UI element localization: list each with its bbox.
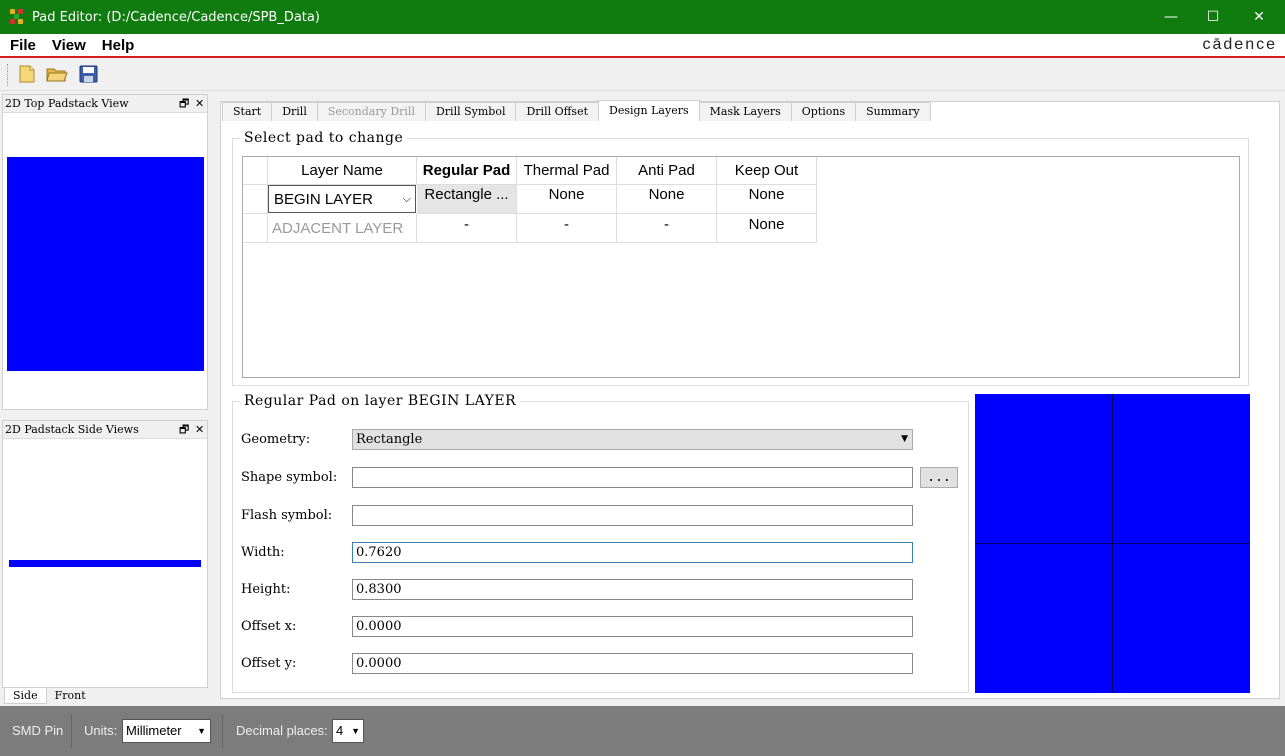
tab-front[interactable]: Front <box>47 688 94 704</box>
preview-crosshair-horizontal <box>975 543 1250 544</box>
keep-out-cell[interactable]: None <box>717 185 817 214</box>
height-label: Height: <box>241 582 291 597</box>
pad-preview <box>975 394 1250 693</box>
shape-symbol-input[interactable] <box>352 467 913 488</box>
side-view-pad-shape <box>9 560 201 567</box>
pin-type-text: SMD Pin <box>12 723 64 738</box>
column-header: Layer Name <box>268 157 417 185</box>
offset-y-label: Offset y: <box>241 656 297 671</box>
geometry-select[interactable]: Rectangle ▼ <box>352 429 913 450</box>
close-icon[interactable]: ✕ <box>195 421 204 439</box>
regular-pad-title: Regular Pad on layer BEGIN LAYER <box>240 393 521 409</box>
status-bar: SMD Pin Units: Millimeter ▼ Decimal plac… <box>0 706 1285 756</box>
adjacent-layer-cell[interactable]: ADJACENT LAYER <box>268 214 417 243</box>
browse-shape-button[interactable]: ... <box>920 467 958 488</box>
tab-summary[interactable]: Summary <box>855 102 931 121</box>
regular-pad-cell[interactable]: - <box>417 214 517 243</box>
tab-drill-symbol[interactable]: Drill Symbol <box>424 102 517 121</box>
top-padstack-view-panel: 2D Top Padstack View 🗗 ✕ <box>2 94 208 410</box>
tab-drill-offset[interactable]: Drill Offset <box>515 102 600 121</box>
side-views-panel: 2D Padstack Side Views 🗗 ✕ <box>2 420 208 688</box>
minimize-button[interactable]: — <box>1148 0 1194 34</box>
tab-mask-layers[interactable]: Mask Layers <box>698 102 792 121</box>
anti-pad-cell[interactable]: - <box>617 214 717 243</box>
decimal-places-value: 4 <box>336 723 344 738</box>
dropdown-arrow-icon: ▼ <box>351 726 360 736</box>
tab-side[interactable]: Side <box>4 688 47 704</box>
new-file-icon <box>19 65 35 83</box>
maximize-button[interactable]: ☐ <box>1190 0 1236 34</box>
layer-table: Layer Name Regular Pad Thermal Pad Anti … <box>242 156 1240 378</box>
offset-x-label: Offset x: <box>241 619 297 634</box>
open-file-button[interactable] <box>46 64 68 84</box>
units-label: Units: <box>84 723 118 738</box>
status-divider <box>222 714 223 748</box>
side-view-title: 2D Padstack Side Views 🗗 ✕ <box>3 421 207 439</box>
toolbar <box>0 58 1285 91</box>
flash-symbol-input[interactable] <box>352 505 913 526</box>
units-select[interactable]: Millimeter ▼ <box>122 719 211 743</box>
new-file-button[interactable] <box>16 64 38 84</box>
tab-bar: Start Drill Secondary Drill Drill Symbol… <box>222 100 931 121</box>
offset-y-input[interactable]: 0.0000 <box>352 653 913 674</box>
title-bar: Pad Editor: (D:/Cadence/Cadence/SPB_Data… <box>0 0 1285 34</box>
dropdown-arrow-icon: ▼ <box>197 726 206 736</box>
top-view-pad-shape <box>7 157 204 371</box>
decimal-places-select[interactable]: 4 ▼ <box>332 719 364 743</box>
keep-out-cell[interactable]: None <box>717 214 817 243</box>
column-header: Regular Pad <box>417 157 517 185</box>
window-title: Pad Editor: (D:/Cadence/Cadence/SPB_Data… <box>32 9 320 25</box>
open-folder-icon <box>46 68 68 82</box>
tab-drill[interactable]: Drill <box>271 102 318 121</box>
menu-file[interactable]: File <box>10 37 36 54</box>
decimal-places-label: Decimal places: <box>236 723 328 738</box>
thermal-pad-cell[interactable]: - <box>517 214 617 243</box>
menu-bar: File View Help cādence <box>0 34 1285 58</box>
table-row: BEGIN LAYER ⌵ <box>268 185 417 214</box>
side-view-tabs: Side Front <box>4 688 104 704</box>
menu-help[interactable]: Help <box>102 37 135 54</box>
thermal-pad-cell[interactable]: None <box>517 185 617 214</box>
chevron-down-icon: ⌵ <box>402 193 411 205</box>
dropdown-arrow-icon: ▼ <box>901 434 908 444</box>
row-header[interactable] <box>243 185 268 214</box>
regular-pad-cell[interactable]: Rectangle ... <box>417 185 517 214</box>
tab-design-layers[interactable]: Design Layers <box>598 100 700 121</box>
layer-name-value: BEGIN LAYER <box>274 191 373 208</box>
shape-symbol-label: Shape symbol: <box>241 470 338 485</box>
save-icon <box>79 65 98 83</box>
row-header[interactable] <box>243 214 268 243</box>
width-label: Width: <box>241 545 285 560</box>
geometry-label: Geometry: <box>241 432 311 447</box>
width-input[interactable]: 0.7620 <box>352 542 913 563</box>
side-view-title-text: 2D Padstack Side Views <box>5 423 139 436</box>
tab-options[interactable]: Options <box>790 102 857 121</box>
top-view-title-text: 2D Top Padstack View <box>5 97 129 110</box>
cadence-logo: cādence <box>1202 36 1277 53</box>
status-divider <box>71 714 72 748</box>
top-view-title: 2D Top Padstack View 🗗 ✕ <box>3 95 207 113</box>
geometry-value: Rectangle <box>356 432 423 447</box>
flash-symbol-label: Flash symbol: <box>241 508 333 523</box>
close-button[interactable]: ✕ <box>1236 0 1282 34</box>
column-header: Anti Pad <box>617 157 717 185</box>
offset-x-input[interactable]: 0.0000 <box>352 616 913 637</box>
toolbar-grip <box>7 64 9 86</box>
column-header: Keep Out <box>717 157 817 185</box>
menu-view[interactable]: View <box>52 37 86 54</box>
close-icon[interactable]: ✕ <box>195 95 204 113</box>
float-icon[interactable]: 🗗 <box>179 421 189 439</box>
app-icon <box>10 9 26 25</box>
float-icon[interactable]: 🗗 <box>179 95 189 113</box>
units-value: Millimeter <box>126 723 182 738</box>
row-header-corner <box>243 157 268 185</box>
anti-pad-cell[interactable]: None <box>617 185 717 214</box>
column-header: Thermal Pad <box>517 157 617 185</box>
tab-secondary-drill[interactable]: Secondary Drill <box>316 102 426 121</box>
save-button[interactable] <box>78 64 100 84</box>
height-input[interactable]: 0.8300 <box>352 579 913 600</box>
select-pad-title: Select pad to change <box>240 130 408 146</box>
layer-name-select[interactable]: BEGIN LAYER ⌵ <box>268 185 416 213</box>
tab-start[interactable]: Start <box>222 102 273 121</box>
